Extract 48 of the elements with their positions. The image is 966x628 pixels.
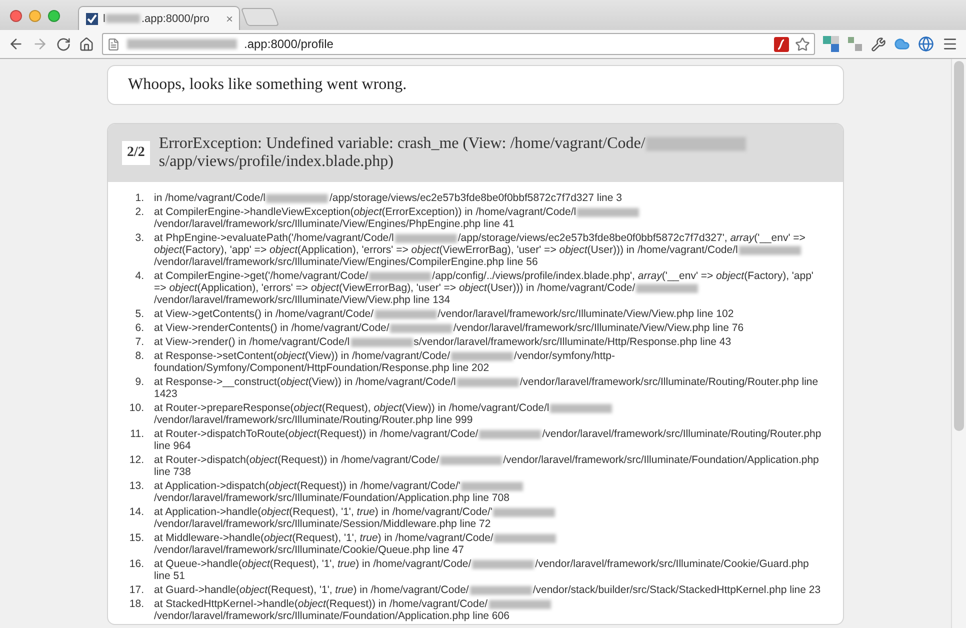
frame-number: 16. <box>128 558 144 572</box>
frame-number: 9. <box>134 376 144 390</box>
menu-icon[interactable] <box>942 36 958 52</box>
frame-number: 5. <box>134 308 144 320</box>
stack-frame-text: at View->getContents() in /home/vagrant/Code/ /vendor/laravel/framework/src/Illuminate/View/View.php line 102 <box>154 308 735 320</box>
back-icon[interactable] <box>8 36 24 52</box>
frame-number: 18. <box>128 598 144 612</box>
cloud-icon[interactable] <box>894 36 910 52</box>
forward-icon[interactable] <box>32 36 48 52</box>
frame-number: 8. <box>134 350 144 364</box>
frame-number: 11. <box>129 428 144 442</box>
exception-counter: 2/2 <box>122 141 150 165</box>
frame-number: 17. <box>128 584 144 596</box>
frame-number: 13. <box>128 480 144 494</box>
browser-tab[interactable]: l .app:8000/pro × <box>78 6 240 30</box>
tab-close-button[interactable]: × <box>226 12 233 26</box>
stack-frame-text: in /home/vagrant/Code/l /app/storage/views/ec2e57b3fde8be0f0bbf5872c7f7d327 line 3 <box>154 192 623 204</box>
frame-number: 3. <box>134 232 144 246</box>
frame-number: 4. <box>134 270 144 284</box>
scrollbar-drawing[interactable] <box>951 59 966 628</box>
stack-frame-text: at View->render() in /home/vagrant/Code/l s/vendor/laravel/framework/src/Illuminate/Http/Response.php line 43 <box>154 336 732 348</box>
stack-frame-text: at StackedHttpKernel->handle(object(Request)) in /home/vagrant/Code/ /vendor/laravel/framework/src/Illuminate/Foundation/Application.php line 606 <box>154 598 823 622</box>
globe-icon[interactable] <box>918 36 934 52</box>
tab-title: l .app:8000/pro <box>103 12 210 24</box>
wrench-icon[interactable] <box>871 36 886 52</box>
page-icon <box>107 38 120 50</box>
reload-icon[interactable] <box>56 36 71 52</box>
exception-message: ErrorException: Undefined variable: crash_me (View: /home/vagrant/Code/ s/app/views/profile/index.blade.php) <box>158 135 829 171</box>
frame-number: 7. <box>134 336 144 348</box>
bookmark-star-icon[interactable] <box>795 36 810 52</box>
stack-frame-text: at View->renderContents() in /home/vagrant/Code/ /vendor/laravel/framework/src/Illuminate/View/View.php line 76 <box>154 322 745 334</box>
address-field[interactable]: .app:8000/profile <box>102 33 815 55</box>
close-window-button[interactable] <box>10 10 22 22</box>
minimize-window-button[interactable] <box>29 10 41 22</box>
zoom-window-button[interactable] <box>48 10 60 22</box>
url-text: .app:8000/profile <box>244 37 334 51</box>
whoops-message: Whoops, looks like something went wrong. <box>127 75 408 95</box>
squares-extension-icon[interactable] <box>823 36 839 52</box>
frame-number: 14. <box>128 506 144 520</box>
frame-number: 6. <box>134 322 144 334</box>
stack-frame-text: at Guard->handle(object(Request), '1', true) in /home/vagrant/Code/ /vendor/stack/builder/src/Stack/StackedHttpKernel.php line 23 <box>154 584 822 596</box>
frame-number: 15. <box>128 532 144 546</box>
checkbox-favicon-icon <box>85 12 99 26</box>
frame-number: 10. <box>128 402 144 416</box>
frame-number: 2. <box>134 206 144 220</box>
frame-number: 12. <box>128 454 144 468</box>
frame-number: 1. <box>134 192 144 204</box>
home-icon[interactable] <box>79 36 94 52</box>
